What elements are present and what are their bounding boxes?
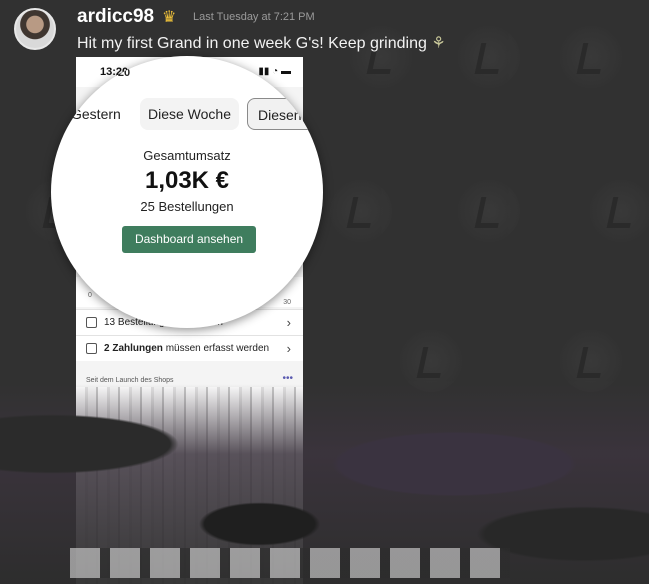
payment-icon (86, 343, 97, 354)
watermark-logo (560, 26, 622, 88)
chart-axis-label: 30 (283, 299, 291, 306)
total-sales-label: Gesamtumsatz (143, 148, 231, 163)
tab-gestern[interactable]: Gestern (71, 98, 121, 130)
chevron-right-icon: › (286, 315, 291, 330)
chevron-right-icon: › (286, 341, 291, 356)
signal-wifi-battery-icon: ▮▮ ◔ ▬ (258, 66, 291, 77)
more-options-icon[interactable]: ••• (282, 373, 293, 384)
status-time: 13:20 (102, 67, 131, 79)
watermark-logo (458, 180, 520, 242)
money-with-wings-icon: ⚘ (431, 35, 446, 52)
view-dashboard-button[interactable]: Dashboard ansehen (122, 226, 256, 253)
orders-count: 25 Bestellungen (140, 199, 234, 214)
magnifier-zoom: 13:20 Gestern Diese Woche Diesen Gesamtu… (51, 56, 323, 328)
inbox-icon (86, 317, 97, 328)
payments-to-capture-row[interactable]: 2 Zahlungen müssen erfasst werden › (76, 335, 303, 361)
timestamp: Last Tuesday at 7:21 PM (193, 11, 315, 23)
watermark-logo (400, 330, 462, 392)
message-text: Hit my first Grand in one week G's! Keep… (77, 33, 446, 53)
total-sales-value: 1,03K € (144, 167, 230, 194)
message-body: Hit my first Grand in one week G's! Keep… (77, 35, 427, 52)
row-text-rest: müssen erfasst werden (165, 343, 270, 354)
watermark-logo (458, 26, 520, 88)
watermark-logo (330, 180, 392, 242)
corrupted-image-strip (70, 548, 510, 578)
row-text-bold: 2 Zahlungen (104, 343, 163, 354)
username[interactable]: ardicc98 (77, 6, 154, 28)
tab-diese-woche[interactable]: Diese Woche (140, 98, 239, 130)
crown-icon: ♛ (162, 9, 177, 26)
avatar[interactable] (14, 8, 56, 50)
watermark-logo (560, 330, 622, 392)
since-launch-label: Seit dem Launch des Shops (86, 377, 174, 384)
tab-diesen[interactable]: Diesen (247, 98, 323, 130)
chart-axis-label: 0 (88, 292, 92, 299)
watermark-logo (590, 180, 649, 242)
row-text: 2 Zahlungen müssen erfasst werden (104, 343, 269, 354)
date-range-tabs: Gestern Diese Woche Diesen (51, 98, 323, 130)
